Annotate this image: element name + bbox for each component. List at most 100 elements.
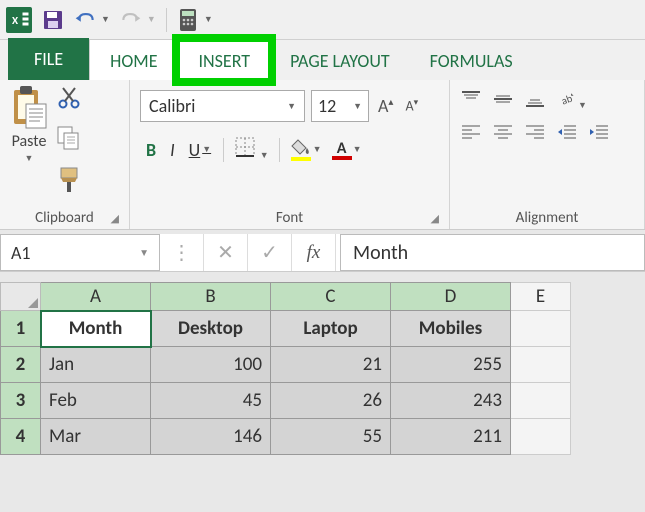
- enter-icon[interactable]: ✓: [248, 234, 292, 271]
- row-header-4[interactable]: 4: [1, 419, 41, 455]
- cell-a1[interactable]: Month: [41, 311, 151, 347]
- decrease-indent-button[interactable]: [556, 123, 578, 146]
- cell-a3[interactable]: Feb: [41, 383, 151, 419]
- qat-customize-dropdown-icon[interactable]: ▼: [204, 14, 213, 25]
- fill-color-dropdown-icon[interactable]: ▼: [313, 144, 322, 155]
- cell-e3[interactable]: [511, 383, 571, 419]
- undo-dropdown-icon[interactable]: ▼: [101, 14, 110, 25]
- undo-icon[interactable]: [74, 9, 96, 31]
- formula-bar-expand-icon[interactable]: ⋮: [160, 234, 204, 271]
- paste-dropdown-icon[interactable]: ▼: [25, 153, 34, 164]
- cell-c4[interactable]: 55: [271, 419, 391, 455]
- font-group-label: Font ◢: [140, 205, 439, 229]
- align-right-button[interactable]: [524, 123, 546, 146]
- alignment-group-label: Alignment: [460, 205, 634, 229]
- clipboard-group-label: Clipboard ◢: [10, 205, 119, 229]
- cell-c1[interactable]: Laptop: [271, 311, 391, 347]
- redo-dropdown-icon[interactable]: ▼: [147, 14, 156, 25]
- cell-b3[interactable]: 45: [151, 383, 271, 419]
- copy-icon[interactable]: [56, 125, 82, 156]
- paste-label: Paste: [12, 132, 47, 151]
- formula-input-value: Month: [353, 241, 408, 265]
- clipboard-launcher-icon[interactable]: ◢: [111, 212, 119, 225]
- paste-button[interactable]: Paste ▼: [10, 86, 48, 164]
- cell-a4[interactable]: Mar: [41, 419, 151, 455]
- cell-d1[interactable]: Mobiles: [391, 311, 511, 347]
- row-header-2[interactable]: 2: [1, 347, 41, 383]
- increase-font-size-button[interactable]: A▴: [375, 93, 396, 119]
- cell-b2[interactable]: 100: [151, 347, 271, 383]
- cell-b4[interactable]: 146: [151, 419, 271, 455]
- cell-d3[interactable]: 243: [391, 383, 511, 419]
- decrease-font-size-button[interactable]: A▾: [402, 95, 421, 117]
- italic-button[interactable]: I: [164, 135, 181, 165]
- name-box-dropdown-icon[interactable]: ▼: [139, 246, 149, 259]
- ribbon: Paste ▼ Clipboard ◢: [0, 80, 645, 230]
- cell-e4[interactable]: [511, 419, 571, 455]
- border-button[interactable]: ▼: [230, 132, 273, 167]
- spreadsheet-grid: A B C D E 1 Month Desktop Laptop Mobiles…: [0, 282, 645, 455]
- font-launcher-icon[interactable]: ◢: [431, 212, 439, 225]
- tab-page-layout[interactable]: PAGE LAYOUT: [270, 40, 410, 80]
- align-center-button[interactable]: [492, 123, 514, 146]
- col-header-d[interactable]: D: [391, 283, 511, 311]
- qat-separator: [166, 8, 167, 32]
- tab-insert[interactable]: INSERT: [178, 40, 270, 80]
- bold-button[interactable]: B: [140, 135, 162, 165]
- font-size-dropdown-icon[interactable]: ▼: [353, 101, 362, 112]
- cut-icon[interactable]: [57, 86, 81, 115]
- cell-e2[interactable]: [511, 347, 571, 383]
- align-bottom-button[interactable]: [524, 90, 546, 113]
- format-painter-icon[interactable]: [57, 166, 81, 199]
- name-box[interactable]: A1 ▼: [0, 234, 160, 271]
- tab-home[interactable]: HOME: [89, 39, 178, 80]
- align-middle-button[interactable]: [492, 90, 514, 113]
- formula-input[interactable]: Month: [340, 234, 645, 271]
- name-box-value: A1: [11, 242, 31, 264]
- tab-formulas[interactable]: FORMULAS: [410, 40, 533, 80]
- cell-c3[interactable]: 26: [271, 383, 391, 419]
- cell-d4[interactable]: 211: [391, 419, 511, 455]
- increase-indent-button[interactable]: [588, 123, 610, 146]
- tab-file[interactable]: FILE: [8, 38, 89, 80]
- font-name-dropdown-icon[interactable]: ▼: [287, 101, 296, 112]
- svg-text:X: X: [12, 14, 19, 27]
- align-top-button[interactable]: [460, 90, 482, 113]
- insert-function-button[interactable]: fx: [292, 234, 336, 271]
- calculator-icon[interactable]: [177, 9, 199, 31]
- align-left-button[interactable]: [460, 123, 482, 146]
- save-icon[interactable]: [42, 9, 64, 31]
- cell-b1[interactable]: Desktop: [151, 311, 271, 347]
- select-all-button[interactable]: [1, 283, 41, 311]
- redo-icon[interactable]: [120, 9, 142, 31]
- excel-logo-icon: X: [6, 7, 32, 33]
- orientation-button[interactable]: ab▼: [556, 90, 587, 113]
- ribbon-group-font: Calibri ▼ 12 ▼ A▴ A▾ B I U▼ ▼: [130, 80, 450, 229]
- ribbon-group-alignment: ab▼ Alignment: [450, 80, 645, 229]
- row-header-1[interactable]: 1: [1, 311, 41, 347]
- cell-d2[interactable]: 255: [391, 347, 511, 383]
- col-header-a[interactable]: A: [41, 283, 151, 311]
- col-header-e[interactable]: E: [511, 283, 571, 311]
- font-separator-2: [279, 138, 280, 162]
- ribbon-group-clipboard: Paste ▼ Clipboard ◢: [0, 80, 130, 229]
- font-size-select[interactable]: 12 ▼: [311, 90, 369, 122]
- font-color-dropdown-icon[interactable]: ▼: [353, 144, 362, 155]
- underline-button[interactable]: U▼: [183, 135, 217, 165]
- row-header-3[interactable]: 3: [1, 383, 41, 419]
- cell-e1[interactable]: [511, 311, 571, 347]
- col-header-b[interactable]: B: [151, 283, 271, 311]
- svg-text:ab: ab: [560, 92, 575, 108]
- font-color-button[interactable]: A ▼: [328, 137, 366, 162]
- font-color-swatch: [332, 156, 352, 160]
- col-header-c[interactable]: C: [271, 283, 391, 311]
- border-dropdown-icon[interactable]: ▼: [260, 150, 269, 161]
- fill-color-button[interactable]: ▼: [286, 136, 326, 164]
- font-name-select[interactable]: Calibri ▼: [140, 90, 305, 122]
- cancel-icon[interactable]: ✕: [204, 234, 248, 271]
- ribbon-tabs: FILE HOME INSERT PAGE LAYOUT FORMULAS: [0, 40, 645, 80]
- cell-c2[interactable]: 21: [271, 347, 391, 383]
- cell-a2[interactable]: Jan: [41, 347, 151, 383]
- underline-dropdown-icon[interactable]: ▼: [202, 144, 211, 155]
- formula-bar: A1 ▼ ⋮ ✕ ✓ fx Month: [0, 234, 645, 272]
